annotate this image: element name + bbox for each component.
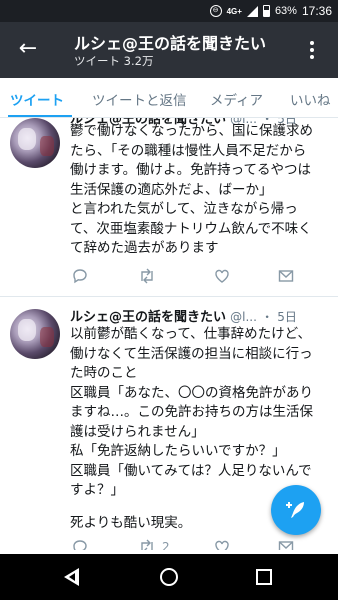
retweet-button[interactable]: 2 xyxy=(138,538,170,550)
retweet-count: 2 xyxy=(162,540,170,550)
data-saver-icon: ⊖ xyxy=(209,5,222,17)
system-nav-bar xyxy=(0,554,338,600)
tweet-line: 働けます。働けよ。免許持ってるやつは xyxy=(70,162,311,178)
status-icons: ⊖ 4G+ 63% 17:36 xyxy=(209,4,332,18)
like-button[interactable] xyxy=(214,538,236,550)
author-name[interactable]: ルシェ@王の話を聞きたい xyxy=(70,310,226,325)
clock: 17:36 xyxy=(301,4,332,18)
tweet-feed[interactable]: ルシェ@王の話を聞きたい @l... ・ 5日 鬱で働けなくなったから、国に保護… xyxy=(0,118,338,550)
tweet-text: 鬱で働けなくなったから、国に保護求め たら、「その職種は慢性人員不足だから 働け… xyxy=(70,122,332,259)
battery-percent: 63% xyxy=(274,5,297,17)
tweet-line: て辞めた過去があります xyxy=(70,240,219,256)
network-type: 4G+ xyxy=(226,6,242,16)
heart-icon xyxy=(215,540,229,550)
compose-tweet-button[interactable] xyxy=(271,485,321,535)
status-bar: ⊖ 4G+ 63% 17:36 xyxy=(0,0,338,22)
reply-icon xyxy=(73,540,87,550)
reply-button[interactable] xyxy=(72,538,88,550)
reply-button[interactable] xyxy=(72,267,88,285)
tab-likes[interactable]: いいね xyxy=(290,89,331,109)
header-separator: ・ xyxy=(261,310,274,324)
retweet-button[interactable] xyxy=(138,267,162,285)
heart-icon xyxy=(215,269,229,283)
profile-tabs: ツイート ツイートと返信 メディア いいね xyxy=(0,78,338,118)
envelope-icon xyxy=(278,541,294,550)
avatar[interactable] xyxy=(10,309,60,359)
tweet-time: 5日 xyxy=(277,310,297,324)
tweet-line: て、次亜塩素酸ナトリウム飲んで不味く xyxy=(70,220,312,237)
tweet-line: 護は受けられません」 xyxy=(70,423,205,440)
back-arrow-icon[interactable]: ← xyxy=(14,36,42,64)
tab-tweets-and-replies[interactable]: ツイートと返信 xyxy=(92,89,187,109)
battery-icon xyxy=(262,5,270,17)
tweet-line: ますね…。この免許お持ちの方は生活保 xyxy=(70,404,313,420)
profile-title: ルシェ@王の話を聞きたい xyxy=(74,34,267,53)
tweet-header: ルシェ@王の話を聞きたい @l... ・ 5日 xyxy=(70,306,297,325)
tweet-line: 区職員「働いてみては？人足りないんで xyxy=(70,462,312,479)
app-bar: ← ルシェ@王の話を聞きたい ツイート 3.2万 xyxy=(0,22,338,78)
tweet-line: たら、「その職種は慢性人員不足だから xyxy=(70,142,307,159)
tweet-line: 働けなくて生活保護の担当に相談に行っ xyxy=(70,345,313,362)
reply-icon xyxy=(73,269,87,284)
tweet-line: た時のこと xyxy=(70,365,138,381)
tweet[interactable]: ルシェ@王の話を聞きたい @l... ・ 5日 鬱で働けなくなったから、国に保護… xyxy=(0,118,338,293)
retweet-icon xyxy=(141,539,153,550)
tweet-line: と言われた気がして、泣きながら帰っ xyxy=(70,201,298,217)
nav-home-icon[interactable] xyxy=(160,568,178,586)
direct-message-button[interactable] xyxy=(278,538,294,550)
tweet-line: 私「免許返納したらいいですか？」 xyxy=(70,443,286,459)
tab-media[interactable]: メディア xyxy=(210,89,263,109)
quill-plus-icon xyxy=(286,502,304,518)
tweet-count: ツイート 3.2万 xyxy=(74,54,154,68)
nav-back-icon-inner xyxy=(69,573,75,581)
tweet-line: 生活保護の適応外だよ、ばーか」 xyxy=(70,181,273,198)
envelope-icon xyxy=(278,270,294,282)
tweet-actions: 2 xyxy=(70,538,330,550)
avatar[interactable] xyxy=(10,118,60,168)
tab-tweets[interactable]: ツイート xyxy=(10,89,64,109)
signal-icon xyxy=(246,5,258,17)
retweet-icon xyxy=(141,268,153,284)
tweet-line: 区職員「あなた、〇〇の資格免許があり xyxy=(70,384,313,401)
direct-message-button[interactable] xyxy=(278,267,294,285)
like-button[interactable] xyxy=(214,267,236,285)
more-options-icon[interactable] xyxy=(300,37,324,63)
tweet-actions xyxy=(70,267,330,287)
tweet-line: 以前鬱が酷くなって、仕事辞めたけど、 xyxy=(70,326,311,342)
tweet-line: 鬱で働けなくなったから、国に保護求め xyxy=(70,123,313,139)
author-handle: @l... xyxy=(230,310,257,324)
nav-recents-icon[interactable] xyxy=(256,569,272,585)
